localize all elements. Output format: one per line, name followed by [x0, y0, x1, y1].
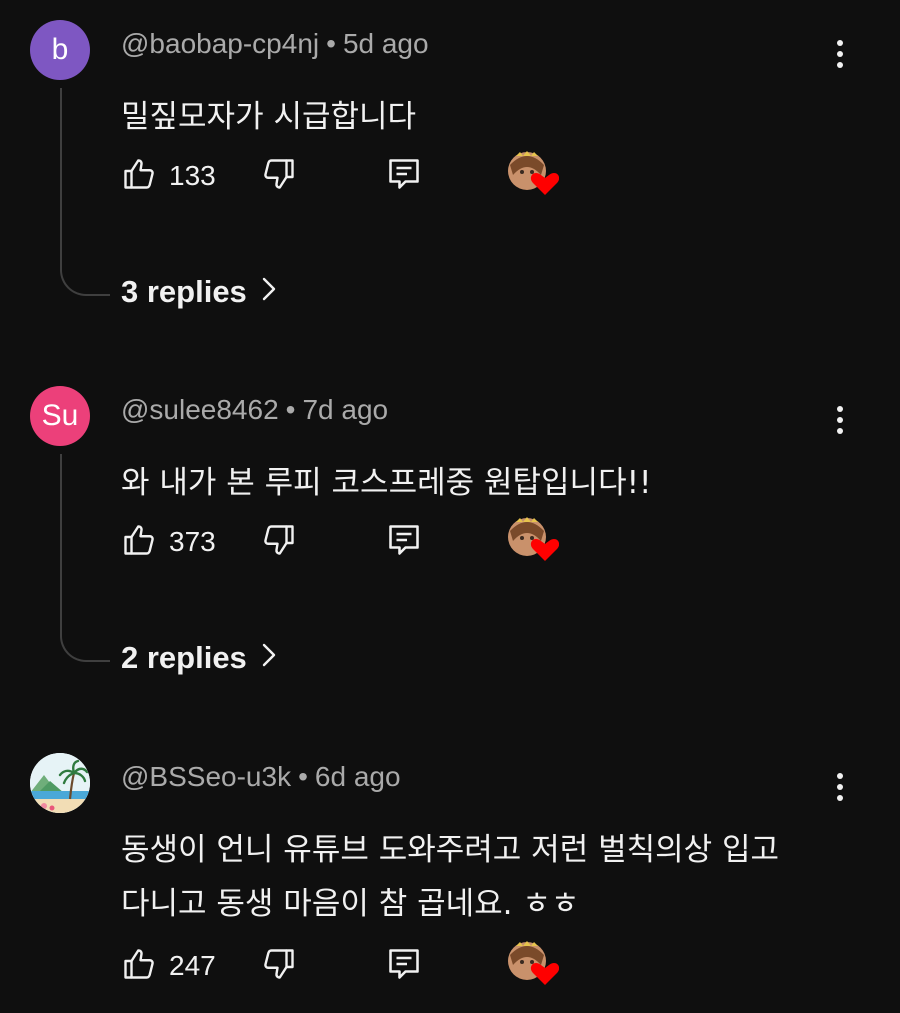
comment-text-line: 다니고 동생 마음이 참 곱네요. ㅎㅎ	[121, 886, 580, 922]
beach-palm-tree-avatar-icon	[30, 753, 90, 813]
reply-comment-icon	[386, 156, 422, 196]
meta-separator: •	[298, 761, 308, 792]
author-handle[interactable]: @BSSeo-u3k	[121, 761, 291, 792]
comment-text-line: 동생이 언니 유튜브 도와주려고 저런 벌칙의상 입고	[121, 832, 780, 868]
like-count: 373	[169, 526, 216, 557]
chevron-right-icon	[261, 640, 277, 676]
like-button[interactable]: 373	[121, 519, 216, 565]
avatar[interactable]	[30, 753, 90, 813]
dislike-button[interactable]	[261, 153, 297, 199]
comment-time: 7d ago	[302, 394, 389, 425]
comment-text-line: 와 내가 본 루피 코스프레중 원탑입니다!!	[121, 465, 652, 501]
more-vertical-icon[interactable]	[820, 400, 860, 440]
thumbs-down-icon	[261, 522, 297, 562]
reply-thread-line	[60, 454, 110, 662]
more-vertical-icon[interactable]	[820, 34, 860, 74]
comment-actions: 373	[121, 517, 581, 567]
more-vertical-icon[interactable]	[820, 767, 860, 807]
reply-comment-icon	[386, 522, 422, 562]
view-replies-link[interactable]: 2 replies	[121, 640, 277, 676]
dislike-button[interactable]	[261, 943, 297, 989]
thumbs-up-icon	[121, 156, 157, 196]
comment-actions: 133	[121, 151, 581, 201]
replies-label: 3 replies	[121, 274, 247, 309]
creator-heart-icon	[507, 517, 560, 567]
comment-time: 6d ago	[314, 761, 401, 792]
replies-label: 2 replies	[121, 640, 247, 675]
creator-heart	[507, 151, 560, 201]
comment-meta: @BSSeo-u3k • 6d ago	[121, 761, 401, 793]
avatar[interactable]: b	[30, 20, 90, 80]
comment-text: 밀짚모자가 시급합니다	[121, 90, 821, 144]
comment-text: 와 내가 본 루피 코스프레중 원탑입니다!!	[121, 456, 821, 510]
meta-separator: •	[285, 394, 296, 425]
avatar-letter: Su	[41, 399, 79, 432]
thumbs-down-icon	[261, 946, 297, 986]
view-replies-link[interactable]: 3 replies	[121, 274, 277, 310]
dislike-button[interactable]	[261, 519, 297, 565]
author-handle[interactable]: @baobap-cp4nj	[121, 28, 319, 59]
meta-separator: •	[326, 28, 336, 59]
thumbs-up-icon	[121, 946, 157, 986]
reply-comment-icon	[386, 946, 422, 986]
avatar-letter: b	[51, 33, 69, 66]
author-handle[interactable]: @sulee8462	[121, 394, 279, 425]
like-count: 133	[169, 160, 216, 191]
comment-meta: @baobap-cp4nj • 5d ago	[121, 28, 429, 60]
comment-text-line: 밀짚모자가 시급합니다	[121, 99, 417, 135]
reply-button[interactable]	[386, 153, 422, 199]
comment-meta: @sulee8462 • 7d ago	[121, 394, 388, 426]
creator-heart-icon	[507, 151, 560, 201]
chevron-right-icon	[261, 274, 277, 310]
like-button[interactable]: 133	[121, 153, 216, 199]
creator-heart	[507, 517, 560, 567]
comment-text: 동생이 언니 유튜브 도와주려고 저런 벌칙의상 입고 다니고 동생 마음이 참…	[121, 823, 821, 931]
comment-time: 5d ago	[342, 28, 429, 59]
thumbs-up-icon	[121, 522, 157, 562]
creator-heart-icon	[507, 941, 560, 991]
like-button[interactable]: 247	[121, 943, 216, 989]
comment-actions: 247	[121, 941, 581, 991]
reply-thread-line	[60, 88, 110, 296]
thumbs-down-icon	[261, 156, 297, 196]
avatar[interactable]: Su	[30, 386, 90, 446]
reply-button[interactable]	[386, 519, 422, 565]
creator-heart	[507, 941, 560, 991]
reply-button[interactable]	[386, 943, 422, 989]
like-count: 247	[169, 950, 216, 981]
